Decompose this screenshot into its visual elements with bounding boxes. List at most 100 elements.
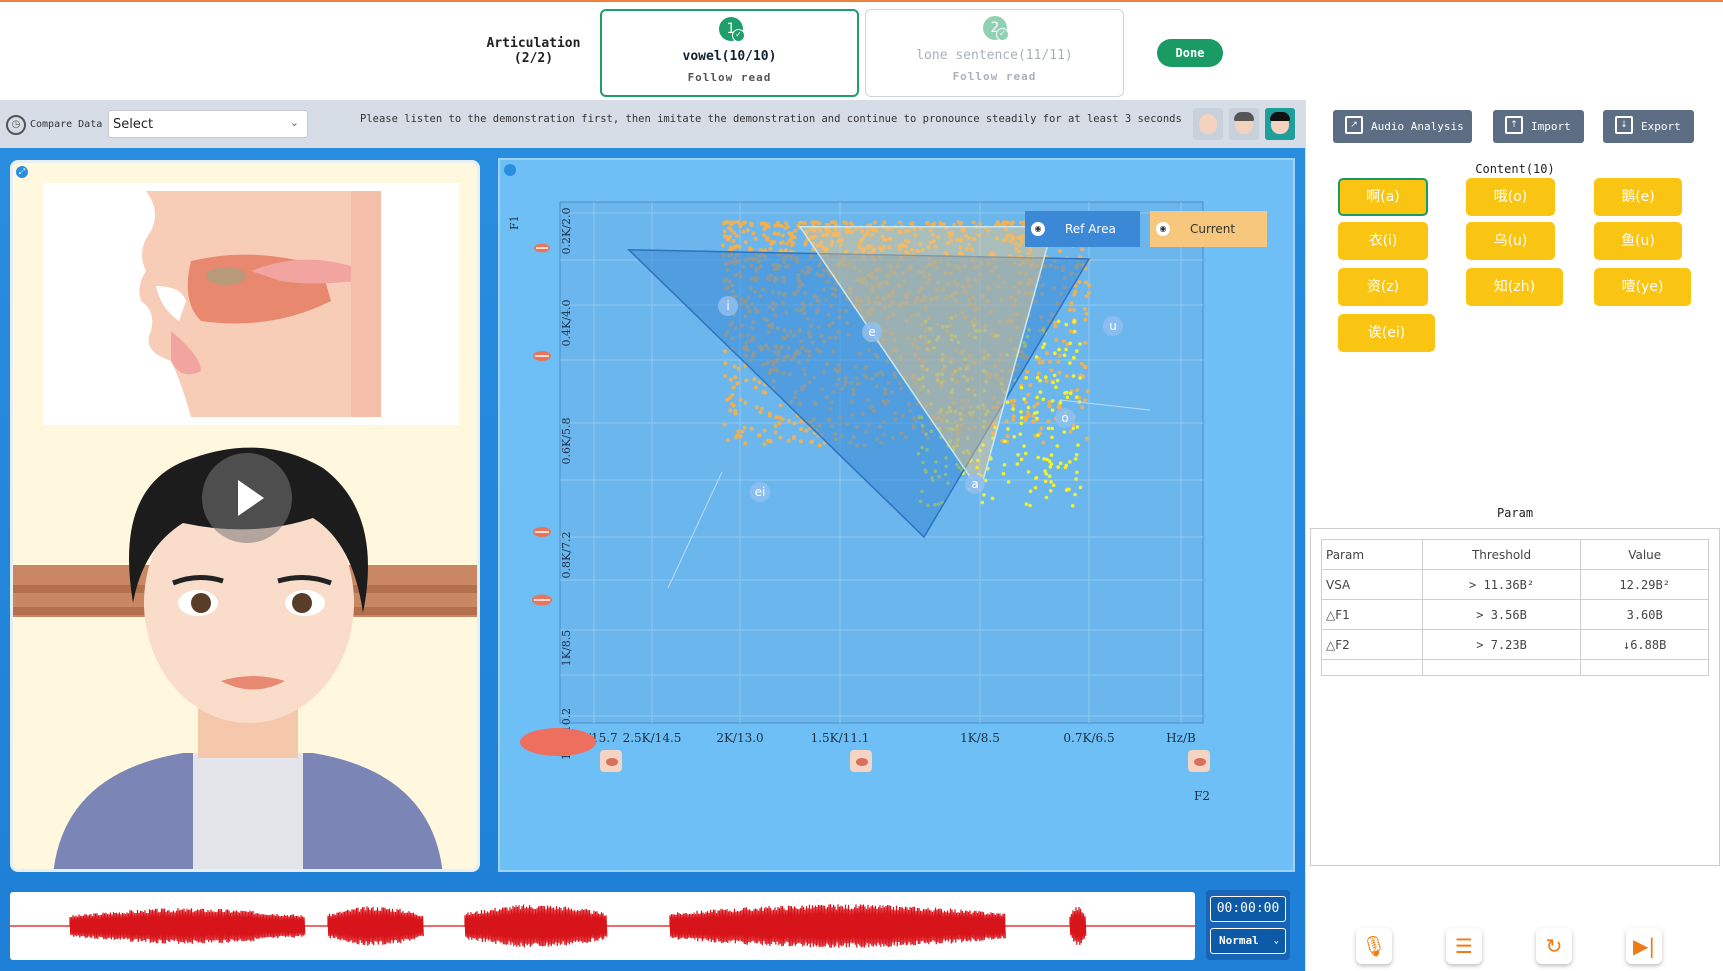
scatter-point-highlight xyxy=(1072,329,1077,334)
chip-yu[interactable]: 鱼(u) xyxy=(1594,222,1682,260)
scatter-point xyxy=(1024,400,1028,405)
scatter-point-highlight xyxy=(1070,504,1075,508)
scatter-point xyxy=(767,438,772,443)
scatter-point xyxy=(772,240,777,245)
scatter-point xyxy=(767,413,772,418)
scatter-point xyxy=(722,422,727,427)
legend-ref-area-toggle[interactable]: ◉ Ref Area xyxy=(1025,211,1140,247)
scatter-point xyxy=(1047,404,1052,409)
scatter-point xyxy=(778,403,783,408)
record-button[interactable]: 🎙 xyxy=(1356,928,1392,964)
chip-z[interactable]: 资(z) xyxy=(1338,268,1428,306)
scatter-point xyxy=(1085,436,1090,441)
scatter-point-highlight xyxy=(1019,410,1023,414)
audio-waveform[interactable] xyxy=(10,892,1195,960)
expand-icon[interactable] xyxy=(504,164,516,176)
chip-e[interactable]: 鹅(e) xyxy=(1594,178,1682,216)
scatter-point-highlight xyxy=(1049,480,1053,484)
scatter-point-highlight xyxy=(1046,426,1051,431)
scatter-point-highlight xyxy=(1055,444,1060,448)
x-tick-label: 1.5K/11.1 xyxy=(811,731,870,745)
scatter-point-highlight xyxy=(1001,471,1006,476)
scatter-point xyxy=(1083,317,1088,322)
scatter-point xyxy=(753,385,758,390)
chip-ye[interactable]: 噎(ye) xyxy=(1594,268,1691,306)
scatter-point-highlight xyxy=(1053,351,1057,355)
done-button[interactable]: Done xyxy=(1157,39,1223,67)
x-tick-label: 1K/8.5 xyxy=(960,731,1000,745)
chip-zh[interactable]: 知(zh) xyxy=(1466,268,1563,306)
column-header: Param xyxy=(1321,539,1423,570)
scatter-point xyxy=(1046,419,1051,424)
mouth-cross-section-diagram xyxy=(43,183,459,425)
avatar-baby-button[interactable] xyxy=(1193,108,1223,140)
scatter-point xyxy=(774,415,779,420)
chip-ei[interactable]: 诶(ei) xyxy=(1338,314,1435,352)
next-button[interactable]: ▶| xyxy=(1626,928,1662,964)
y-tick-label: 0.8K/7.2 xyxy=(560,532,573,579)
scatter-point-highlight xyxy=(1068,361,1072,365)
vowel-label: u xyxy=(1109,319,1117,333)
chip-a[interactable]: 啊(a) xyxy=(1338,178,1428,216)
scatter-point-highlight xyxy=(1065,390,1069,395)
scatter-point xyxy=(873,220,877,225)
scatter-point-highlight xyxy=(1042,342,1047,346)
chip-u[interactable]: 乌(u) xyxy=(1466,222,1555,260)
scatter-point-highlight xyxy=(1006,480,1011,484)
param-title: Param xyxy=(1496,506,1534,520)
scatter-point xyxy=(734,233,739,238)
scatter-point xyxy=(773,430,778,435)
scatter-point xyxy=(723,361,728,366)
scatter-point-highlight xyxy=(1068,341,1072,346)
scatter-point xyxy=(725,237,730,242)
scatter-point xyxy=(786,438,791,443)
waveform-segment xyxy=(327,906,424,946)
chip-i[interactable]: 衣(i) xyxy=(1338,222,1428,260)
step-title: lone sentence(11/11) xyxy=(916,48,1073,63)
scatter-point xyxy=(1068,307,1072,312)
table-row: △F2 > 7.23B ↓6.88B xyxy=(1321,629,1709,660)
step-subtitle: Follow read xyxy=(952,70,1037,83)
scatter-point xyxy=(1024,415,1029,420)
scatter-point xyxy=(1026,392,1031,397)
step-title: vowel(10/10) xyxy=(682,49,777,64)
audio-analysis-button[interactable]: ↗ Audio Analysis xyxy=(1333,110,1472,143)
scatter-point-highlight xyxy=(1047,474,1052,479)
scatter-point-highlight xyxy=(1043,479,1048,484)
compare-data-label: Compare Data xyxy=(30,119,103,130)
step-card-sentence[interactable]: 2 ✓ lone sentence(11/11) Follow read xyxy=(865,9,1124,97)
avatar-woman-button[interactable] xyxy=(1229,108,1259,140)
clock-icon: ◷ xyxy=(6,115,26,135)
avatar-boy-button[interactable] xyxy=(1265,108,1295,140)
chip-o[interactable]: 哦(o) xyxy=(1466,178,1555,216)
replay-button[interactable]: ↻ xyxy=(1536,928,1572,964)
import-button[interactable]: ↑ Import xyxy=(1493,110,1584,143)
waveform-segment xyxy=(1069,906,1087,946)
scatter-point xyxy=(758,410,763,415)
scatter-point xyxy=(730,393,735,397)
scatter-point xyxy=(772,231,777,236)
compare-data-select[interactable]: Select ⌄ xyxy=(108,110,308,138)
step-card-vowel[interactable]: 1 ✓ vowel(10/10) Follow read xyxy=(600,9,859,97)
export-button[interactable]: ↓ Export xyxy=(1603,110,1694,143)
scatter-point-highlight xyxy=(1078,485,1083,490)
speed-select[interactable]: Normal ⌄ xyxy=(1210,928,1286,954)
scatter-point xyxy=(1004,220,1009,225)
expand-icon[interactable]: ⤢ xyxy=(16,166,28,178)
scatter-point xyxy=(763,222,768,227)
scatter-point xyxy=(723,374,728,378)
next-icon: ▶| xyxy=(1632,934,1656,958)
scatter-point xyxy=(1065,374,1069,379)
scatter-point-highlight xyxy=(1042,457,1046,461)
scatter-point xyxy=(773,424,778,428)
scatter-point-highlight xyxy=(1050,408,1055,412)
legend-current-toggle[interactable]: ◉ Current xyxy=(1150,211,1267,247)
scatter-point-highlight xyxy=(1005,400,1010,404)
x-axis-title: F2 xyxy=(1194,789,1210,803)
report-button[interactable]: ☰ xyxy=(1446,928,1482,964)
scatter-point-highlight xyxy=(1056,465,1060,469)
y-axis-title: F1 xyxy=(508,215,521,230)
scatter-point xyxy=(1086,290,1091,295)
play-button[interactable] xyxy=(202,453,292,543)
avatar-video[interactable] xyxy=(13,423,477,869)
